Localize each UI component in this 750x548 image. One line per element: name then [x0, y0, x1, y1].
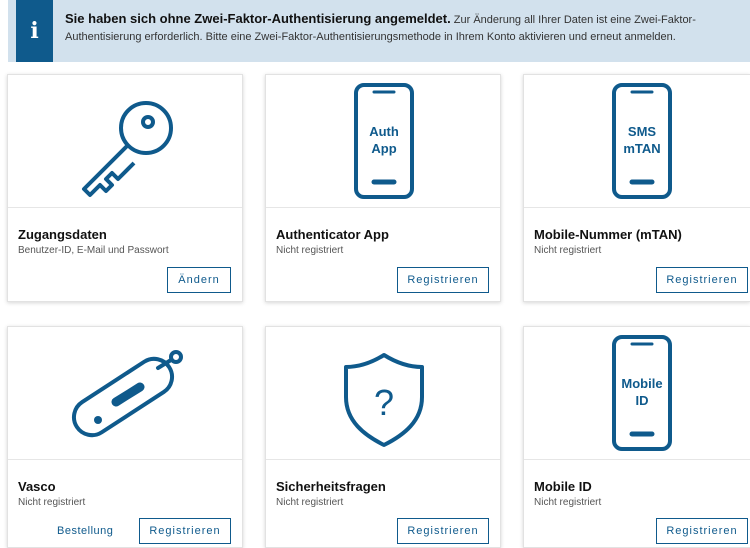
register-button[interactable]: Registrieren: [139, 518, 231, 544]
card-mobile-id: Mobile ID Mobile ID Nicht registriert Re…: [523, 326, 750, 548]
banner-headline: Sie haben sich ohne Zwei-Faktor-Authenti…: [65, 11, 451, 26]
card-subtitle: Nicht registriert: [534, 497, 602, 508]
key-icon: [82, 101, 173, 197]
order-link[interactable]: Bestellung: [57, 525, 113, 537]
card-media: [8, 327, 242, 460]
card-subtitle: Nicht registriert: [276, 245, 344, 256]
register-button[interactable]: Registrieren: [656, 267, 748, 293]
card-title: Sicherheitsfragen: [276, 479, 386, 494]
shield-question-icon: ?: [344, 353, 424, 447]
card-title: Mobile-Nummer (mTAN): [534, 227, 682, 242]
card-media: SMS mTAN: [524, 75, 750, 208]
svg-text:?: ?: [374, 382, 394, 423]
phone-icon: SMS mTAN: [612, 83, 672, 199]
phone-label-line1: SMS: [628, 124, 657, 139]
card-media: Mobile ID: [524, 327, 750, 460]
phone-label-line2: App: [371, 141, 396, 156]
register-button[interactable]: Registrieren: [656, 518, 748, 544]
card-vasco: Vasco Nicht registriert Bestellung Regis…: [7, 326, 243, 548]
card-subtitle: Nicht registriert: [18, 497, 86, 508]
banner-text: Sie haben sich ohne Zwei-Faktor-Authenti…: [65, 10, 740, 46]
info-banner: i Sie haben sich ohne Zwei-Faktor-Authen…: [8, 0, 750, 62]
phone-label-line1: Mobile: [621, 376, 662, 391]
card-mobile-number: SMS mTAN Mobile-Nummer (mTAN) Nicht regi…: [523, 74, 750, 302]
register-button[interactable]: Registrieren: [397, 267, 489, 293]
card-title: Mobile ID: [534, 479, 592, 494]
phone-label-line2: ID: [636, 393, 649, 408]
card-title: Zugangsdaten: [18, 227, 107, 242]
token-device-icon: [71, 350, 183, 438]
card-subtitle: Benutzer-ID, E-Mail und Passwort: [18, 245, 169, 256]
register-button[interactable]: Registrieren: [397, 518, 489, 544]
phone-icon: Auth App: [354, 83, 414, 199]
card-title: Authenticator App: [276, 227, 389, 242]
card-security-questions: ? Sicherheitsfragen Nicht registriert Re…: [265, 326, 501, 548]
info-icon: i: [16, 0, 53, 62]
card-media: Auth App: [266, 75, 500, 208]
card-media: [8, 75, 242, 208]
change-button[interactable]: Ändern: [167, 267, 231, 293]
card-authenticator-app: Auth App Authenticator App Nicht registr…: [265, 74, 501, 302]
card-zugangsdaten: Zugangsdaten Benutzer-ID, E-Mail und Pas…: [7, 74, 243, 302]
card-subtitle: Nicht registriert: [276, 497, 344, 508]
card-media: ?: [266, 327, 500, 460]
phone-label-line2: mTAN: [623, 141, 660, 156]
phone-label-line1: Auth: [369, 124, 399, 139]
card-subtitle: Nicht registriert: [534, 245, 602, 256]
phone-icon: Mobile ID: [612, 335, 672, 451]
card-title: Vasco: [18, 479, 56, 494]
